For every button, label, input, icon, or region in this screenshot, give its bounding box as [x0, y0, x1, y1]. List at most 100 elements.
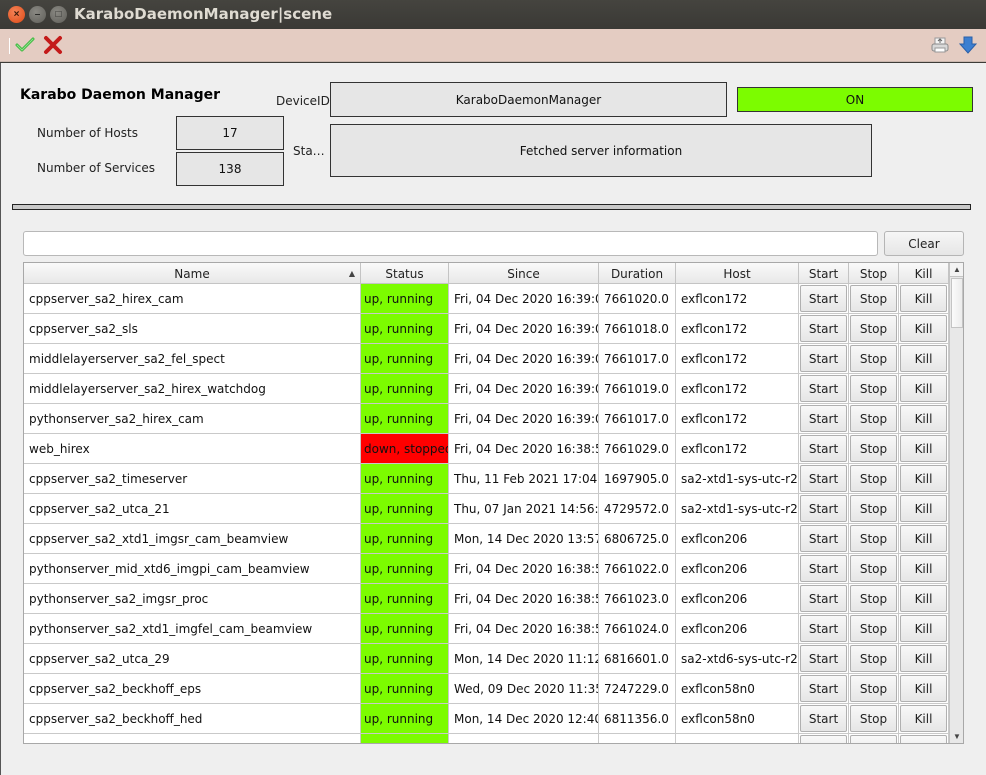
kill-button-cell: Kill	[899, 584, 949, 613]
start-button-cell: Start	[799, 524, 849, 553]
scroll-down-arrow-icon[interactable]: ▼	[950, 729, 963, 743]
stop-button[interactable]: Stop	[850, 675, 897, 702]
kill-button[interactable]: Kill	[900, 675, 947, 702]
window-maximize-button[interactable]: □	[50, 6, 67, 23]
table-row[interactable]: cppserver_sa2_sls up, running Fri, 04 Dec …	[24, 314, 949, 344]
column-header-status[interactable]: Status	[361, 263, 449, 284]
apply-check-icon[interactable]	[15, 35, 35, 55]
table-row[interactable]: pythonserver_sa2_xtd1_imgfel_cam_beamvie…	[24, 614, 949, 644]
table-row[interactable]: pythonserver_sa2_hirex_cam up, running Fri…	[24, 404, 949, 434]
start-button[interactable]: Start	[800, 495, 847, 522]
stop-button[interactable]: Stop	[850, 615, 897, 642]
start-button[interactable]: Start	[800, 585, 847, 612]
stop-button[interactable]: Stop	[850, 315, 897, 342]
stop-button[interactable]: Stop	[850, 435, 897, 462]
stop-button[interactable]: Stop	[850, 375, 897, 402]
scroll-up-arrow-icon[interactable]: ▲	[950, 263, 963, 277]
table-row[interactable]: cppserver_sa2_utca_29 up, running Mon, 14 …	[24, 644, 949, 674]
column-header-duration[interactable]: Duration	[599, 263, 676, 284]
stop-button[interactable]: Stop	[850, 705, 897, 732]
kill-button[interactable]: Kill	[900, 315, 947, 342]
start-button[interactable]: Start	[800, 645, 847, 672]
kill-button[interactable]: Kill	[900, 645, 947, 672]
kill-button[interactable]: Kill	[900, 555, 947, 582]
stop-button[interactable]: Stop	[850, 645, 897, 672]
cell-duration	[599, 734, 676, 743]
table-row[interactable]: cppserver_sa2_xtd1_imgsr_cam_beamview up,…	[24, 524, 949, 554]
kill-button[interactable]: Kill	[900, 525, 947, 552]
kill-button[interactable]: Kill	[900, 375, 947, 402]
cancel-x-icon[interactable]	[43, 35, 63, 55]
window-close-button[interactable]: ×	[8, 6, 25, 23]
column-header-start[interactable]: Start	[799, 263, 849, 284]
column-header-host[interactable]: Host	[676, 263, 799, 284]
table-row[interactable]: cppserver_sa2_utca_21 up, running Thu, 07 …	[24, 494, 949, 524]
kill-button[interactable]: Kill	[900, 465, 947, 492]
table-row[interactable]: middlelayerserver_sa2_hirex_watchdog up, …	[24, 374, 949, 404]
horizontal-divider	[12, 204, 971, 210]
start-button[interactable]: Start	[800, 375, 847, 402]
vertical-scrollbar[interactable]: ▲ ▼	[949, 263, 963, 743]
stop-button[interactable]: Stop	[850, 555, 897, 582]
stop-button[interactable]: Stop	[850, 495, 897, 522]
stop-button[interactable]: Stop	[850, 465, 897, 492]
download-arrow-icon[interactable]	[958, 35, 978, 55]
start-button[interactable]: Start	[800, 615, 847, 642]
table-row[interactable]	[24, 734, 949, 743]
column-header-kill[interactable]: Kill	[899, 263, 949, 284]
table-row[interactable]: cppserver_sa2_hirex_cam up, running Fri, 0…	[24, 284, 949, 314]
kill-button[interactable]: Kill	[900, 285, 947, 312]
start-button[interactable]: Start	[800, 285, 847, 312]
cell-status: up, running	[361, 494, 449, 523]
cell-duration: 7661017.0	[599, 344, 676, 373]
scrollbar-thumb[interactable]	[951, 278, 963, 328]
stop-button[interactable]: Stop	[850, 345, 897, 372]
filter-input[interactable]	[23, 231, 878, 256]
start-button[interactable]: Start	[800, 345, 847, 372]
start-button[interactable]: Start	[800, 705, 847, 732]
table-row[interactable]: cppserver_sa2_beckhoff_hed up, running Mon…	[24, 704, 949, 734]
table-row[interactable]: pythonserver_sa2_imgsr_proc up, running Fr…	[24, 584, 949, 614]
device-id-label: DeviceID	[276, 94, 330, 108]
stop-button[interactable]: Stop	[850, 405, 897, 432]
column-header-name[interactable]: Name ▲	[24, 263, 361, 284]
services-table: Name ▲ Status Since Duration Host Start …	[23, 262, 964, 744]
clear-button[interactable]: Clear	[884, 231, 964, 256]
stop-button[interactable]: Stop	[850, 525, 897, 552]
kill-button[interactable]	[900, 735, 947, 743]
start-button[interactable]	[800, 735, 847, 743]
print-icon[interactable]	[930, 35, 950, 55]
kill-button[interactable]: Kill	[900, 615, 947, 642]
stop-button-cell: Stop	[849, 374, 899, 403]
kill-button[interactable]: Kill	[900, 345, 947, 372]
start-button[interactable]: Start	[800, 555, 847, 582]
start-button[interactable]: Start	[800, 675, 847, 702]
table-row[interactable]: middlelayerserver_sa2_fel_spect up, runni…	[24, 344, 949, 374]
start-button[interactable]: Start	[800, 435, 847, 462]
table-row[interactable]: web_hirex down, stopped Fri, 04 Dec 2020 1…	[24, 434, 949, 464]
kill-button[interactable]: Kill	[900, 495, 947, 522]
table-row[interactable]: pythonserver_mid_xtd6_imgpi_cam_beamview…	[24, 554, 949, 584]
start-button-cell: Start	[799, 644, 849, 673]
kill-button[interactable]: Kill	[900, 405, 947, 432]
kill-button[interactable]: Kill	[900, 705, 947, 732]
kill-button[interactable]: Kill	[900, 585, 947, 612]
kill-button[interactable]: Kill	[900, 435, 947, 462]
start-button[interactable]: Start	[800, 465, 847, 492]
table-row[interactable]: cppserver_sa2_beckhoff_eps up, running Wed…	[24, 674, 949, 704]
stop-button[interactable]	[850, 735, 897, 743]
window-minimize-button[interactable]: –	[29, 6, 46, 23]
start-button[interactable]: Start	[800, 405, 847, 432]
cell-host: exflcon172	[676, 344, 799, 373]
column-header-stop[interactable]: Stop	[849, 263, 899, 284]
start-button[interactable]: Start	[800, 315, 847, 342]
cell-name	[24, 734, 361, 743]
start-button[interactable]: Start	[800, 525, 847, 552]
maximize-icon: □	[55, 8, 62, 20]
stop-button[interactable]: Stop	[850, 585, 897, 612]
cell-duration: 1697905.0	[599, 464, 676, 493]
table-row[interactable]: cppserver_sa2_timeserver up, running Thu, …	[24, 464, 949, 494]
cell-host: exflcon206	[676, 524, 799, 553]
column-header-since[interactable]: Since	[449, 263, 599, 284]
stop-button[interactable]: Stop	[850, 285, 897, 312]
